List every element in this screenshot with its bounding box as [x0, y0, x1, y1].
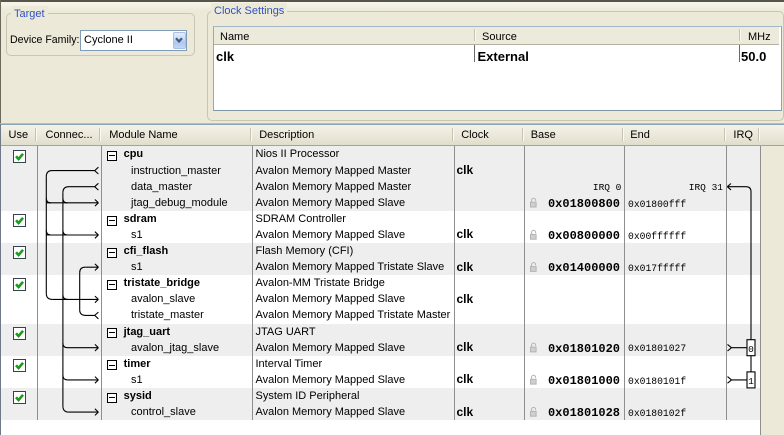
svg-text:0: 0: [748, 344, 754, 355]
svg-text:1: 1: [748, 376, 754, 387]
